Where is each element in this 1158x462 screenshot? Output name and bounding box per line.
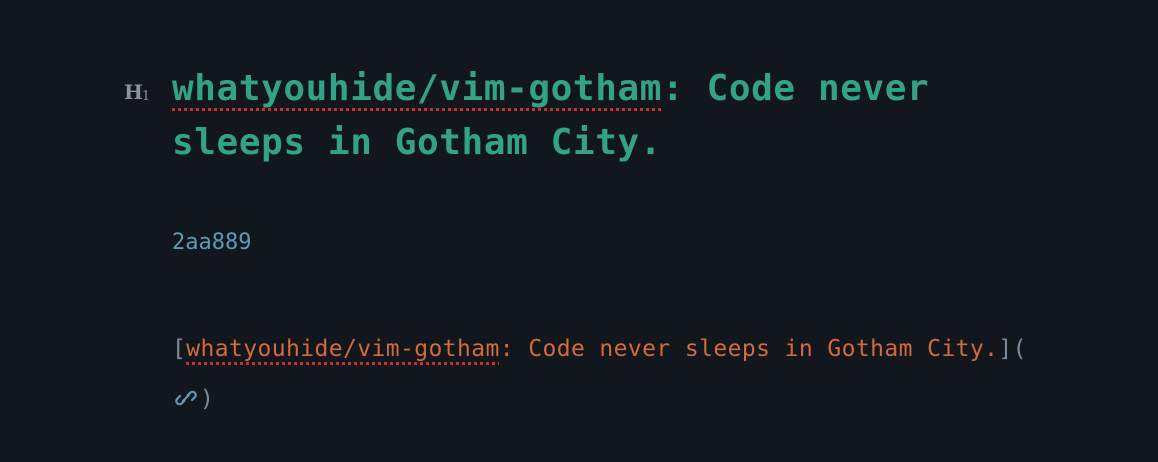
link-open-bracket: [ <box>172 336 187 362</box>
heading-repo-name: whatyouhide/vim-gotham <box>172 68 663 109</box>
link-open-paren: ( <box>1012 336 1027 362</box>
heading-level-marker: H1 <box>124 80 150 109</box>
link-repo-name: whatyouhide/vim-gotham <box>186 336 500 362</box>
link-icon[interactable] <box>172 380 200 408</box>
page-heading: whatyouhide/vim-gotham: Code never sleep… <box>172 62 1032 170</box>
heading-level-number: 1 <box>141 89 150 104</box>
markdown-link[interactable]: [whatyouhide/vim-gotham: Code never slee… <box>172 324 1032 424</box>
link-close-bracket: ] <box>998 336 1013 362</box>
markdown-editor[interactable]: H1 whatyouhide/vim-gotham: Code never sl… <box>0 0 1158 462</box>
link-description: : Code never sleeps in Gotham City. <box>499 336 999 362</box>
commit-hash: 2aa889 <box>172 230 252 255</box>
link-close-paren: ) <box>200 386 215 412</box>
heading-level-letter: H <box>124 80 143 104</box>
